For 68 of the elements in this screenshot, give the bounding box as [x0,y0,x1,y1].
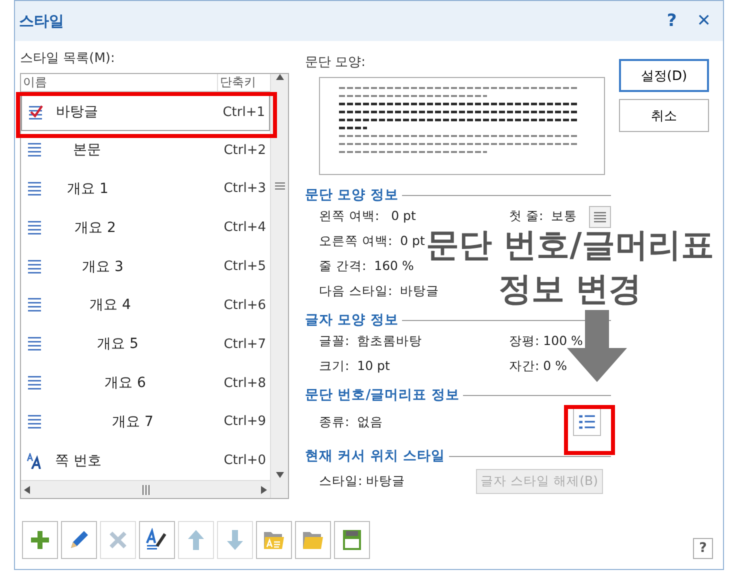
numbered-list-icon [578,413,596,431]
scroll-left-icon[interactable] [24,486,30,494]
info-text: 오른쪽 여백: 0 pt [319,233,425,250]
callout-box [564,405,615,455]
style-list-label: 스타일 목록(M): [20,50,116,67]
info-text: 크기: 10 pt [319,358,390,375]
style-list-item[interactable]: 개요 6 Ctrl+8 [21,364,270,402]
section-title: 문단 번호/글머리표 정보 [305,386,460,404]
info-text: 왼쪽 여백: 0 pt [319,208,416,225]
copy-button[interactable] [139,521,175,559]
horizontal-scrollbar[interactable] [21,480,270,498]
settings-button[interactable]: 설정(D) [619,59,709,92]
save-button[interactable] [334,521,370,559]
help-button[interactable]: ? [693,538,713,559]
scrollbar-grip-icon[interactable] [274,182,284,190]
paragraph-style-icon [27,414,43,430]
section-title: 문단 모양 정보 [305,186,398,204]
column-header[interactable]: 이름 [21,74,217,91]
help-button[interactable]: ? [660,11,683,31]
info-text: 글꼴: 함초롬바탕 [319,333,422,350]
style-list-item[interactable]: 개요 2 Ctrl+4 [21,208,270,248]
numbering-button[interactable] [573,408,601,436]
style-list-item[interactable]: 본문 Ctrl+2 [21,130,270,170]
annotation-text: 문단 번호/글머리표 [426,224,714,266]
annotation-text: 정보 변경 [498,268,642,310]
scroll-down-icon[interactable] [276,472,284,478]
info-text: 첫 줄: 보통 [509,208,578,225]
close-button[interactable]: ✕ [690,11,717,31]
preview-label: 문단 모양: [305,54,367,71]
style-list-item[interactable]: 개요 7 Ctrl+9 [21,402,270,442]
style-list-item[interactable]: 개요 4 Ctrl+6 [21,286,270,325]
paragraph-style-icon [27,297,43,314]
section-title: 현재 커서 위치 스타일 [305,447,446,465]
style-checked-icon [28,104,44,120]
window-title: 스타일 [19,12,64,30]
paragraph-style-icon [27,336,43,352]
plus-icon [28,528,52,552]
paragraph-style-icon [27,258,43,275]
paragraph-style-icon [27,375,43,392]
paragraph-style-icon [27,220,43,236]
style-pen-icon [145,528,169,552]
open-button[interactable] [295,521,331,559]
info-text: 자간: 0 % [509,358,567,375]
info-text: 스타일: 바탕글 [319,473,406,490]
style-list-item[interactable]: 개요 5 Ctrl+7 [21,324,270,364]
paragraph-style-icon [27,142,43,158]
paragraph-style-icon [27,180,43,197]
vertical-scrollbar[interactable] [270,74,288,498]
style-list-item[interactable]: 개요 3 Ctrl+5 [21,247,270,286]
info-text: 장평: 100 % [509,333,583,350]
align-justify-icon [593,210,607,224]
style-list-item[interactable]: 바탕글 Ctrl+1 [21,94,270,131]
scroll-up-icon[interactable] [276,74,284,80]
section-title: 글자 모양 정보 [305,311,398,329]
add-button[interactable] [22,521,58,559]
style-list-item[interactable]: 개요 1 Ctrl+3 [21,169,270,208]
info-text: 줄 간격: 160 % [319,258,414,275]
scrollbar-grip-icon[interactable] [142,484,150,495]
scroll-right-icon[interactable] [261,486,267,494]
info-text: 다음 스타일: 바탕글 [319,283,440,300]
info-text: 종류: 없음 [319,414,384,430]
down-arrow-icon [567,310,627,382]
import-button[interactable] [256,521,292,559]
style-list-item[interactable]: 쪽 번호 Ctrl+0 [21,441,270,480]
cancel-button[interactable]: 취소 [619,99,709,132]
character-style-icon [27,452,43,469]
alignment-button[interactable] [589,206,611,228]
edit-button[interactable] [61,521,97,559]
